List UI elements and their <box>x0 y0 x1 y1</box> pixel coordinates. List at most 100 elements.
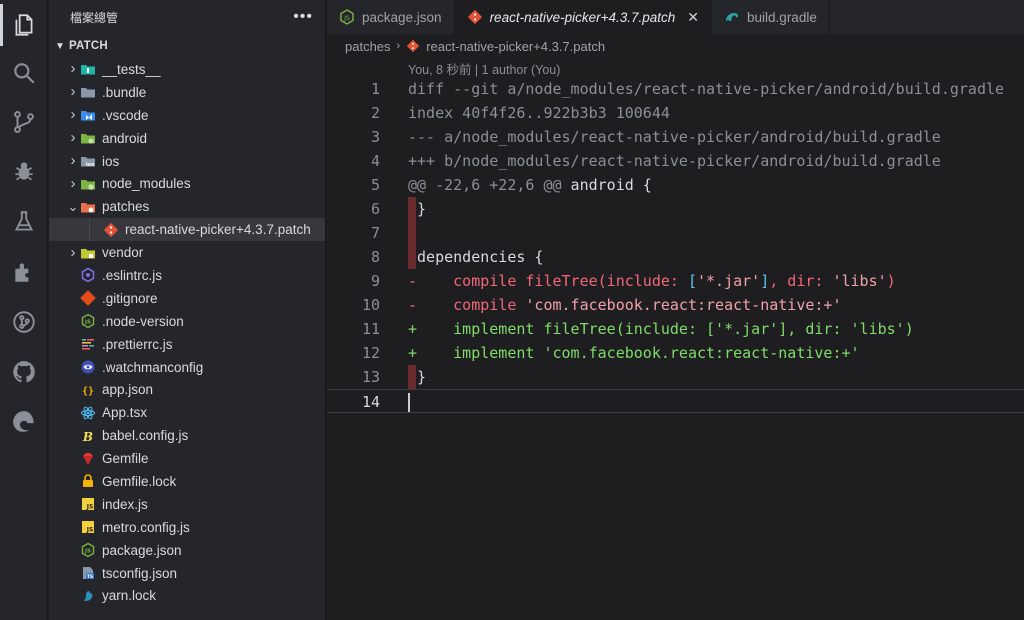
tree-folder[interactable]: › android <box>49 127 325 150</box>
more-actions-icon[interactable]: ••• <box>293 8 313 26</box>
tree-file[interactable]: .eslintrc.js <box>49 264 325 287</box>
yarn-file-icon <box>80 588 96 604</box>
gradle-file-icon <box>724 9 740 25</box>
testing-icon[interactable] <box>0 197 48 247</box>
code-line[interactable]: 12 + implement 'com.facebook.react:react-… <box>327 341 1024 365</box>
svg-text:ios: ios <box>86 162 94 168</box>
tab-patch-file[interactable]: react-native-picker+4.3.7.patch ✕ <box>454 0 713 34</box>
code-line[interactable]: 2 index 40f4f26..922b3b3 100644 <box>327 101 1024 125</box>
tree-item-label: app.json <box>102 382 154 398</box>
tab-label: react-native-picker+4.3.7.patch <box>489 9 676 25</box>
code-line[interactable]: 8 dependencies { <box>327 245 1024 269</box>
github-icon[interactable] <box>0 347 48 397</box>
git-file-icon <box>80 290 96 307</box>
line-number: 12 <box>361 344 380 362</box>
code-token: - compile <box>408 296 526 314</box>
breadcrumb-file[interactable]: react-native-picker+4.3.7.patch <box>426 39 605 54</box>
tree-file[interactable]: yarn.lock <box>49 584 325 607</box>
tree-folder[interactable]: › .vscode <box>49 104 325 127</box>
tree-file[interactable]: App.tsx <box>49 401 325 424</box>
tree-file[interactable]: JS .node-version <box>49 310 325 333</box>
folder-section-header[interactable]: ▼ PATCH <box>49 34 325 58</box>
tree-file[interactable]: {} app.json <box>49 378 325 401</box>
code-line[interactable]: 3 --- a/node_modules/react-native-picker/… <box>327 125 1024 149</box>
code-token: } <box>408 368 427 386</box>
code-token: ) <box>904 320 914 338</box>
debug-icon[interactable] <box>0 146 48 196</box>
breadcrumb-folder[interactable]: patches <box>345 39 391 54</box>
node-file-icon: JS <box>80 313 96 329</box>
tree-file[interactable]: react-native-picker+4.3.7.patch <box>49 218 325 242</box>
tree-item-label: __tests__ <box>102 61 161 77</box>
code-line[interactable]: 10 - compile 'com.facebook.react:react-na… <box>327 293 1024 317</box>
tree-folder[interactable]: › .bundle <box>49 81 325 104</box>
tree-file[interactable]: Bbabel.config.js <box>49 424 325 447</box>
code-line[interactable]: 7 <box>327 221 1024 245</box>
tree-item-label: App.tsx <box>102 405 148 421</box>
code-line[interactable]: 4 +++ b/node_modules/react-native-picker/… <box>327 149 1024 173</box>
svg-text:JS: JS <box>343 15 350 22</box>
code-token: + implement fileTree(include: [ <box>408 320 716 338</box>
tree-file[interactable]: JS package.json <box>49 539 325 562</box>
git-graph-icon[interactable] <box>0 297 48 347</box>
code-token: --- a/node_modules/react-native-picker/a… <box>408 128 941 146</box>
tab-build-gradle[interactable]: build.gradle <box>712 0 830 34</box>
code-token: ) <box>886 272 896 290</box>
tree-folder[interactable]: ⌄ patches <box>49 195 325 218</box>
search-icon[interactable] <box>0 48 48 98</box>
folder-ios-icon: ios <box>80 153 96 169</box>
tab-label: package.json <box>362 9 442 25</box>
tree-file[interactable]: .watchmanconfig <box>49 356 325 379</box>
tree-item-label: tsconfig.json <box>102 565 178 581</box>
edge-icon[interactable] <box>0 397 48 447</box>
code-token: dependencies { <box>408 248 544 266</box>
code-line[interactable]: 5 @@ -22,6 +22,6 @@ android { <box>327 173 1024 197</box>
tree-item-label: .gitignore <box>102 290 158 306</box>
line-number: 2 <box>370 104 380 122</box>
folder-patches-icon <box>80 199 96 215</box>
line-text: - compile fileTree(include: ['*.jar'], d… <box>408 269 896 293</box>
js-file-icon: JS <box>80 496 96 512</box>
tree-folder[interactable]: › __tests__ <box>49 58 325 81</box>
code-line[interactable]: 14 <box>327 389 1024 413</box>
line-text: --- a/node_modules/react-native-picker/a… <box>408 125 941 149</box>
tree-item-label: android <box>102 130 148 146</box>
codelens-blame[interactable]: You, 8 秒前 | 1 author (You) <box>408 59 560 78</box>
explorer-sidebar: 檔案總管 ••• ▼ PATCH › __tests__ › .bundle › .vsc… <box>49 0 326 620</box>
line-number: 1 <box>370 80 380 98</box>
close-icon[interactable]: ✕ <box>687 9 699 26</box>
code-line[interactable]: 9 - compile fileTree(include: ['*.jar'], … <box>327 269 1024 293</box>
tree-file[interactable]: JS index.js <box>49 493 325 516</box>
react-file-icon <box>80 405 96 421</box>
code-line[interactable]: 11 + implement fileTree(include: ['*.jar'… <box>327 317 1024 341</box>
tree-folder[interactable]: › vendor <box>49 241 325 264</box>
tree-file[interactable]: JS metro.config.js <box>49 516 325 539</box>
chevron-right-icon: › <box>70 152 76 169</box>
prettier-file-icon <box>80 336 96 352</box>
line-number: 4 <box>370 152 380 170</box>
source-control-icon[interactable] <box>0 97 48 147</box>
tree-folder[interactable]: › ios ios <box>49 150 325 173</box>
svg-text:JS: JS <box>84 320 91 326</box>
tree-item-label: babel.config.js <box>102 428 189 444</box>
lock-file-icon <box>80 473 96 489</box>
tree-file[interactable]: TS tsconfig.json <box>49 562 325 585</box>
chevron-right-icon: › <box>70 243 76 261</box>
tab-package-json[interactable]: JS package.json <box>327 0 455 34</box>
code-line[interactable]: 6 } <box>327 197 1024 221</box>
tree-item-label: package.json <box>102 542 182 558</box>
tree-file[interactable]: .gitignore <box>49 287 325 310</box>
tree-item-label: Gemfile <box>102 451 149 467</box>
code-line[interactable]: 1 diff --git a/node_modules/react-native-… <box>327 77 1024 101</box>
chevron-down-icon: ▼ <box>55 40 66 52</box>
tree-file[interactable]: Gemfile <box>49 447 325 470</box>
code-line[interactable]: 13 } <box>327 365 1024 389</box>
tree-folder[interactable]: › node_modules <box>49 172 325 195</box>
tree-item-label: yarn.lock <box>102 588 157 604</box>
tree-file[interactable]: Gemfile.lock <box>49 470 325 493</box>
explorer-icon[interactable] <box>0 0 48 50</box>
extensions-icon[interactable] <box>0 247 48 297</box>
folder-test-icon <box>80 61 96 77</box>
code-editor[interactable]: 1 diff --git a/node_modules/react-native-… <box>327 77 1024 413</box>
tree-file[interactable]: .prettierrc.js <box>49 333 325 356</box>
